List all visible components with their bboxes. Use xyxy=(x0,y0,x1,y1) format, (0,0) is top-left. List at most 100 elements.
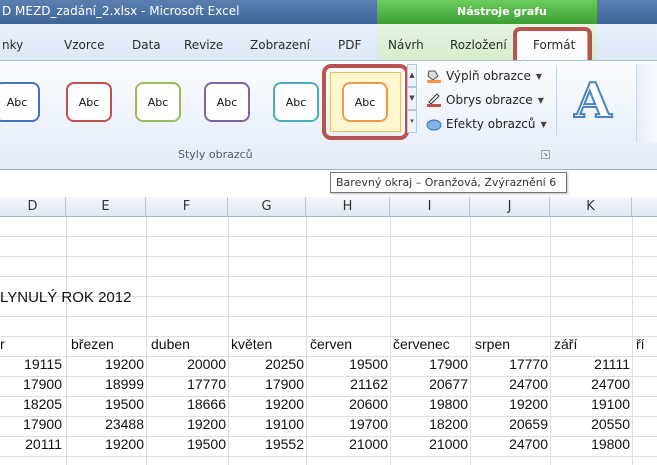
shape-style-label: Abc xyxy=(216,95,238,109)
shape-style-label: Abc xyxy=(285,95,307,109)
data-cell[interactable]: 23488 xyxy=(66,414,144,434)
shape-style-aqua[interactable]: Abc xyxy=(273,82,319,122)
data-cell[interactable]: 17770 xyxy=(146,374,226,394)
style-gallery-scroller[interactable]: ▲ ▼ ▾ xyxy=(407,64,417,134)
grid-line xyxy=(0,316,657,317)
month-header[interactable]: srpen xyxy=(475,334,550,354)
data-cell[interactable]: 21000 xyxy=(306,434,388,454)
dialog-launcher-icon[interactable]: ↘ xyxy=(541,150,550,159)
data-cell[interactable]: 17900 xyxy=(390,354,468,374)
data-cell[interactable]: 19200 xyxy=(66,354,144,374)
data-cell[interactable]: 24700 xyxy=(470,434,548,454)
dropdown-arrow-icon: ▼ xyxy=(537,95,544,105)
effects-icon xyxy=(426,117,442,131)
shape-effects-label: Efekty obrazců xyxy=(446,117,536,131)
window-title: D MEZD_zadání_2.xlsx - Microsoft Excel xyxy=(2,4,240,18)
shape-fill-label: Výplň obrazce xyxy=(446,69,531,83)
data-cell[interactable]: 19800 xyxy=(550,434,630,454)
data-cell[interactable]: 18205 xyxy=(0,394,62,414)
data-cell[interactable]: 19800 xyxy=(390,394,468,414)
month-header[interactable]: září xyxy=(554,334,632,354)
tab-data[interactable]: Data xyxy=(132,38,161,52)
data-cell[interactable]: 20550 xyxy=(550,414,630,434)
month-header[interactable]: r xyxy=(0,334,66,354)
month-header[interactable]: ří xyxy=(636,334,657,354)
data-cell[interactable]: 20111 xyxy=(0,434,62,454)
tab-view[interactable]: Zobrazení xyxy=(250,38,310,52)
data-cell[interactable]: 21111 xyxy=(550,354,630,374)
shape-effects-button[interactable]: Efekty obrazců ▼ xyxy=(426,114,547,134)
data-cell[interactable]: 20659 xyxy=(470,414,548,434)
grid-line xyxy=(0,236,657,237)
column-header-i[interactable]: I xyxy=(390,197,470,217)
tab-pdf[interactable]: PDF xyxy=(338,38,361,52)
tab-page-layout[interactable]: nky xyxy=(2,38,23,52)
shape-style-green[interactable]: Abc xyxy=(135,82,181,122)
data-cell[interactable]: 19552 xyxy=(228,434,304,454)
data-cell[interactable]: 19200 xyxy=(146,414,226,434)
shape-style-label: Abc xyxy=(147,95,169,109)
data-cell[interactable]: 18666 xyxy=(146,394,226,414)
data-cell[interactable]: 24700 xyxy=(550,374,630,394)
gallery-down-icon[interactable]: ▼ xyxy=(407,87,417,110)
tab-layout[interactable]: Rozložení xyxy=(450,38,507,52)
data-cell[interactable]: 19100 xyxy=(228,414,304,434)
tab-formulas[interactable]: Vzorce xyxy=(64,38,105,52)
pen-icon xyxy=(426,93,442,107)
grid-line xyxy=(0,256,657,257)
data-cell[interactable]: 17900 xyxy=(228,374,304,394)
column-header-g[interactable]: G xyxy=(228,197,306,217)
data-cell[interactable]: 17770 xyxy=(470,354,548,374)
month-header[interactable]: březen xyxy=(71,334,146,354)
dropdown-arrow-icon: ▼ xyxy=(540,119,547,129)
data-cell[interactable]: 19115 xyxy=(0,354,62,374)
shape-outline-button[interactable]: Obrys obrazce ▼ xyxy=(426,90,544,110)
data-cell[interactable]: 19500 xyxy=(66,394,144,414)
gallery-more-icon[interactable]: ▾ xyxy=(407,110,417,133)
data-cell[interactable]: 21162 xyxy=(306,374,388,394)
shape-fill-button[interactable]: Výplň obrazce ▼ xyxy=(426,66,542,86)
context-tab-group-header: Nástroje grafu xyxy=(377,0,597,24)
paint-bucket-icon xyxy=(426,69,442,83)
data-cell[interactable]: 18999 xyxy=(66,374,144,394)
month-header[interactable]: květen xyxy=(231,334,306,354)
column-header-d[interactable]: D xyxy=(0,197,66,217)
shape-style-blue[interactable]: Abc xyxy=(0,82,40,122)
column-header-e[interactable]: E xyxy=(66,197,146,217)
gallery-up-icon[interactable]: ▲ xyxy=(407,64,417,87)
sheet-heading[interactable]: LYNULÝ ROK 2012 xyxy=(0,289,131,306)
data-cell[interactable]: 18200 xyxy=(390,414,468,434)
data-cell[interactable]: 19500 xyxy=(146,434,226,454)
column-header-j[interactable]: J xyxy=(470,197,550,217)
month-header[interactable]: červen xyxy=(310,334,390,354)
tab-review[interactable]: Revize xyxy=(184,38,223,52)
data-cell[interactable]: 24700 xyxy=(470,374,548,394)
data-cell[interactable]: 19700 xyxy=(306,414,388,434)
data-cell[interactable]: 19500 xyxy=(306,354,388,374)
data-cell[interactable]: 19200 xyxy=(228,394,304,414)
data-cell[interactable]: 20677 xyxy=(390,374,468,394)
month-header[interactable]: červenec xyxy=(393,334,470,354)
shape-style-red[interactable]: Abc xyxy=(66,82,112,122)
column-header-h[interactable]: H xyxy=(306,197,390,217)
shape-outline-label: Obrys obrazce xyxy=(446,93,533,107)
data-cell[interactable]: 17900 xyxy=(0,414,62,434)
wordart-style-icon[interactable]: A xyxy=(562,72,624,130)
data-cell[interactable]: 19100 xyxy=(550,394,630,414)
column-header-f[interactable]: F xyxy=(146,197,228,217)
orange-style-highlight xyxy=(322,64,409,140)
data-cell[interactable]: 19200 xyxy=(66,434,144,454)
style-tooltip: Barevný okraj – Oranžová, Zvýraznění 6 xyxy=(330,172,567,193)
data-cell[interactable]: 19200 xyxy=(470,394,548,414)
data-cell[interactable]: 20250 xyxy=(228,354,304,374)
month-header[interactable]: duben xyxy=(151,334,228,354)
data-cell[interactable]: 17900 xyxy=(0,374,62,394)
data-cell[interactable]: 20000 xyxy=(146,354,226,374)
tab-design[interactable]: Návrh xyxy=(388,38,424,52)
shape-style-purple[interactable]: Abc xyxy=(204,82,250,122)
column-header-k[interactable]: K xyxy=(550,197,632,217)
shape-style-label: Abc xyxy=(78,95,100,109)
group-label-shape-styles: Styly obrazců xyxy=(178,148,253,161)
data-cell[interactable]: 20600 xyxy=(306,394,388,414)
data-cell[interactable]: 21000 xyxy=(390,434,468,454)
